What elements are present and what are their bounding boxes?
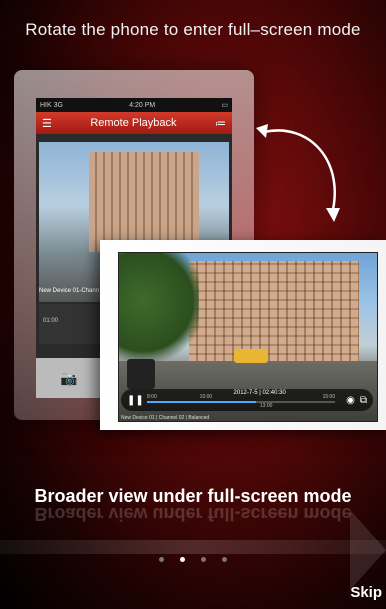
chevron-right-icon	[350, 510, 386, 590]
timeline-mid: 10:00	[199, 394, 213, 400]
timeline-end: 15:00	[322, 394, 336, 400]
timeline-mid2: 13:00	[259, 403, 273, 409]
record-icon: ⧉	[359, 394, 367, 406]
playback-timeline: 8:00 10:00 2012-7-5 | 02:40:30 13:00 15:…	[147, 390, 336, 409]
battery-icon: ▭	[221, 102, 228, 109]
page-dot[interactable]	[222, 557, 227, 562]
skip-button[interactable]: Skip	[350, 584, 382, 601]
taxi-image	[234, 349, 268, 363]
camera-icon: 📷	[60, 369, 78, 386]
page-dot-active[interactable]	[180, 557, 185, 562]
instruction-title: Rotate the phone to enter full–screen mo…	[25, 20, 361, 39]
playback-controls: ❚❚ 8:00 10:00 2012-7-5 | 02:40:30 13:00 …	[121, 389, 373, 411]
caption-reflection: Broader view under full-screen mode	[34, 508, 352, 524]
timeline-start: 8:00	[147, 394, 157, 400]
car-image	[127, 359, 155, 389]
phone-time-label: 01:00	[43, 318, 59, 324]
landscape-footer-label: New Device 01 | Channel 02 | Balanced	[121, 415, 210, 421]
status-bar: HIK 3G 4:20 PM ▭	[36, 98, 232, 112]
status-carrier: HIK 3G	[40, 101, 63, 109]
list-icon: ≔	[215, 117, 226, 130]
app-title: Remote Playback	[90, 117, 177, 129]
status-time: 4:20 PM	[129, 101, 156, 109]
landscape-video: ❚❚ 8:00 10:00 2012-7-5 | 02:40:30 13:00 …	[118, 252, 378, 422]
rotate-arrow-icon	[256, 124, 340, 222]
page-dot[interactable]	[201, 557, 206, 562]
snapshot-icon: ◉	[346, 394, 355, 406]
decorative-band	[0, 540, 386, 554]
phone-camera-label: New Device 01-Chann	[39, 288, 100, 294]
page-dot[interactable]	[159, 557, 164, 562]
pause-icon: ❚❚	[127, 394, 144, 406]
page-indicator	[0, 557, 386, 562]
menu-icon: ☰	[42, 117, 52, 130]
caption: Broader view under full-screen mode	[34, 486, 352, 506]
app-header: ☰ Remote Playback ≔	[36, 112, 232, 134]
landscape-preview: ❚❚ 8:00 10:00 2012-7-5 | 02:40:30 13:00 …	[100, 240, 386, 430]
timeline-current: 2012-7-5 | 02:40:30	[233, 390, 286, 396]
